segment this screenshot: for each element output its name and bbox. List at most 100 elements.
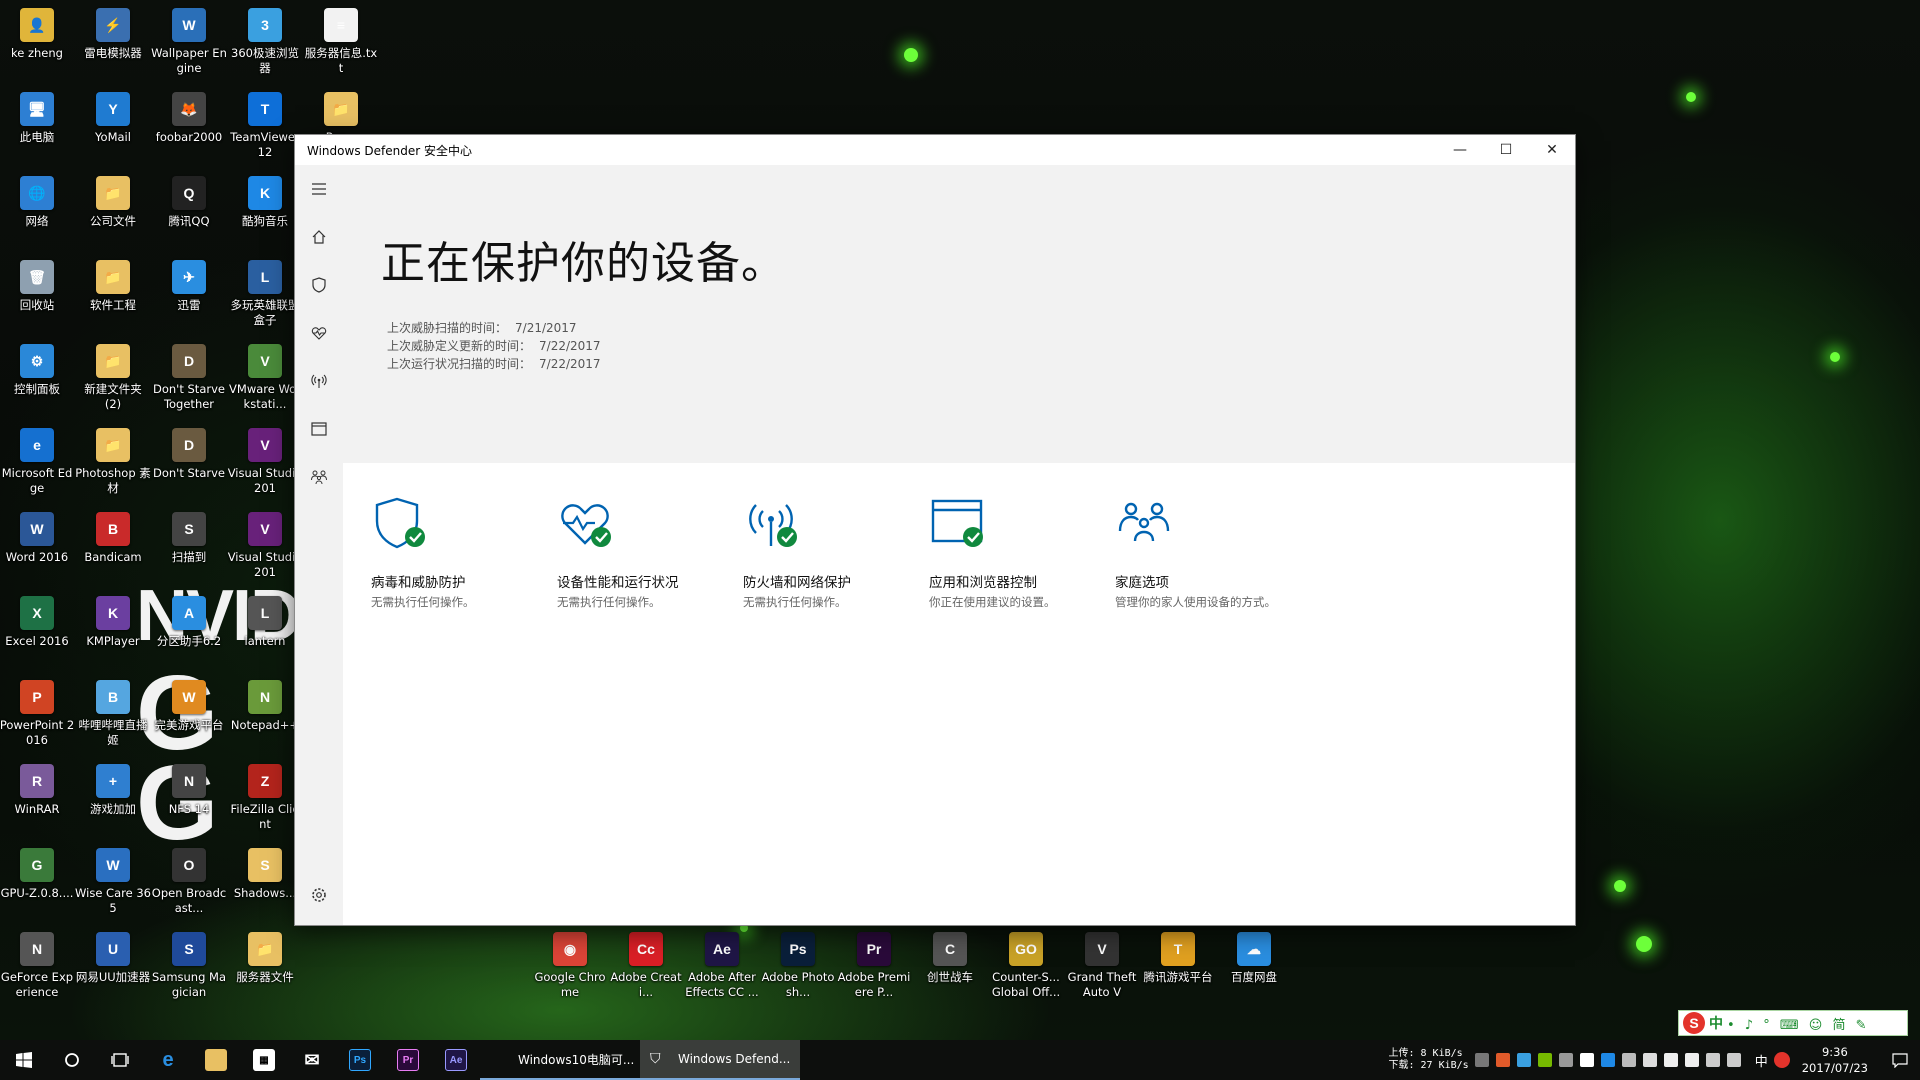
desktop-icon[interactable]: S Samsung Magician: [151, 932, 227, 1000]
nav-family[interactable]: [295, 453, 343, 501]
nav-app-browser[interactable]: [295, 405, 343, 453]
desktop-icon[interactable]: V Visual Studio 201: [227, 512, 303, 580]
card-firewall[interactable]: 防火墙和网络保护 无需执行任何操作。: [743, 495, 913, 610]
tray-app-icon[interactable]: [1600, 1053, 1615, 1067]
desktop-icon[interactable]: 📁 新建文件夹 (2): [75, 344, 151, 412]
desktop-icon[interactable]: N NFS 14: [151, 764, 227, 817]
desktop-icon[interactable]: S 扫描到: [151, 512, 227, 565]
desktop-icon[interactable]: Pr Adobe Premiere P...: [836, 932, 912, 1000]
tray-app-icon[interactable]: [1579, 1053, 1594, 1067]
maximize-button[interactable]: ☐: [1483, 135, 1529, 165]
desktop-icon[interactable]: 🗑 回收站: [0, 260, 75, 313]
desktop-icon[interactable]: Ae Adobe After Effects CC ...: [684, 932, 760, 1000]
desktop-icon[interactable]: 📁 公司文件: [75, 176, 151, 229]
desktop-icon[interactable]: W Word 2016: [0, 512, 75, 565]
desktop-icon[interactable]: 📁 软件工程: [75, 260, 151, 313]
desktop-icon[interactable]: 👤 ke zheng: [0, 8, 75, 61]
desktop-icon[interactable]: 🦊 foobar2000: [151, 92, 227, 145]
desktop-icon[interactable]: T TeamViewer 12: [227, 92, 303, 160]
wifi-icon[interactable]: [1663, 1053, 1678, 1067]
nav-firewall[interactable]: [295, 357, 343, 405]
keyboard-icon[interactable]: [1726, 1053, 1741, 1067]
desktop-icon[interactable]: D Don't Starve: [151, 428, 227, 481]
sogou-tray-icon[interactable]: [1773, 1052, 1790, 1068]
ime-mode[interactable]: 中: [1709, 1013, 1723, 1033]
desktop-icon[interactable]: V VMware Workstati...: [227, 344, 303, 412]
windows-defender-window[interactable]: Windows Defender 安全中心 — ☐ ✕ 正在保护你的设备。 上次…: [295, 135, 1575, 925]
tray-app-icon[interactable]: [1516, 1053, 1531, 1067]
card-virus-protection[interactable]: 病毒和威胁防护 无需执行任何操作。: [371, 495, 541, 610]
desktop-icon[interactable]: D Don't Starve Together: [151, 344, 227, 412]
desktop-icon[interactable]: ☁ 百度网盘: [1216, 932, 1292, 985]
task-view-button[interactable]: [96, 1040, 144, 1080]
taskbar-edge[interactable]: e: [144, 1040, 192, 1080]
desktop-icon[interactable]: O Open Broadcast...: [151, 848, 227, 916]
taskbar-clock[interactable]: 9:36 2017/07/23: [1802, 1044, 1868, 1076]
desktop-icon[interactable]: W 完美游戏平台: [151, 680, 227, 733]
desktop-icon[interactable]: Z FileZilla Client: [227, 764, 303, 832]
card-family-options[interactable]: 家庭选项 管理你的家人使用设备的方式。: [1115, 495, 1285, 610]
desktop-icon[interactable]: R WinRAR: [0, 764, 75, 817]
desktop-icon[interactable]: C 创世战车: [912, 932, 988, 985]
sogou-ime-bar[interactable]: S 中 • ♪ ° ⌨ ☺ 简 ✎: [1678, 1010, 1908, 1036]
desktop-icon[interactable]: W Wallpaper Engine: [151, 8, 227, 76]
desktop-icon[interactable]: ◉ Google Chrome: [532, 932, 608, 1000]
desktop-icon[interactable]: L 多玩英雄联盟盒子: [227, 260, 303, 328]
close-button[interactable]: ✕: [1529, 135, 1575, 165]
desktop-icon[interactable]: 3 360极速浏览器: [227, 8, 303, 76]
desktop-icon[interactable]: W Wise Care 365: [75, 848, 151, 916]
taskbar-after-effects[interactable]: Ae: [432, 1040, 480, 1080]
desktop-icon[interactable]: V Grand Theft Auto V: [1064, 932, 1140, 1000]
card-device-health[interactable]: 设备性能和运行状况 无需执行任何操作。: [557, 495, 727, 610]
desktop-icon[interactable]: K 酷狗音乐: [227, 176, 303, 229]
action-center-button[interactable]: [1880, 1040, 1920, 1080]
desktop-icon[interactable]: A 分区助手6.2: [151, 596, 227, 649]
tray-app-icon[interactable]: [1558, 1053, 1573, 1067]
desktop-icon[interactable]: B Bandicam: [75, 512, 151, 565]
hamburger-menu-button[interactable]: [295, 165, 343, 213]
task-chrome-window[interactable]: Windows10电脑可...: [480, 1040, 640, 1080]
nav-home[interactable]: [295, 213, 343, 261]
desktop-icon[interactable]: S Shadows...: [227, 848, 303, 901]
task-defender-window[interactable]: ⛉ Windows Defend...: [640, 1040, 800, 1080]
desktop-icon[interactable]: U 网易UU加速器: [75, 932, 151, 985]
tray-app-icon[interactable]: [1621, 1053, 1636, 1067]
input-language[interactable]: 中: [1755, 1051, 1768, 1070]
taskbar-mail[interactable]: ✉: [288, 1040, 336, 1080]
taskbar-photoshop[interactable]: Ps: [336, 1040, 384, 1080]
taskbar-store[interactable]: ▦: [240, 1040, 288, 1080]
minimize-button[interactable]: —: [1437, 135, 1483, 165]
pen-icon[interactable]: [1705, 1053, 1720, 1067]
nav-settings[interactable]: [295, 871, 343, 919]
desktop-icon[interactable]: K KMPlayer: [75, 596, 151, 649]
desktop-icon[interactable]: N Notepad++: [227, 680, 303, 733]
desktop-icon[interactable]: G GPU-Z.0.8....: [0, 848, 75, 901]
tray-app-icon[interactable]: [1537, 1053, 1552, 1067]
desktop-icon[interactable]: e Microsoft Edge: [0, 428, 75, 496]
desktop-icon[interactable]: ≡ 服务器信息.txt: [303, 8, 379, 76]
desktop-icon[interactable]: Ps Adobe Photosh...: [760, 932, 836, 1000]
tray-app-icon[interactable]: [1495, 1053, 1510, 1067]
desktop-icon[interactable]: ⚙ 控制面板: [0, 344, 75, 397]
start-button[interactable]: [0, 1040, 48, 1080]
card-app-browser-control[interactable]: 应用和浏览器控制 你正在使用建议的设置。: [929, 495, 1099, 610]
taskbar-premiere[interactable]: Pr: [384, 1040, 432, 1080]
desktop-icon[interactable]: 📁 Photoshop 素材: [75, 428, 151, 496]
desktop-icon[interactable]: 🌐 网络: [0, 176, 75, 229]
nav-virus-protection[interactable]: [295, 261, 343, 309]
desktop-icon[interactable]: GO Counter-S... Global Off...: [988, 932, 1064, 1000]
window-titlebar[interactable]: Windows Defender 安全中心 — ☐ ✕: [295, 135, 1575, 165]
cortana-button[interactable]: [48, 1040, 96, 1080]
tray-app-icon[interactable]: [1642, 1053, 1657, 1067]
desktop-icon[interactable]: Cc Adobe Creati...: [608, 932, 684, 1000]
desktop-icon[interactable]: Q 腾讯QQ: [151, 176, 227, 229]
nav-device-health[interactable]: [295, 309, 343, 357]
desktop-icon[interactable]: 📁 服务器文件: [227, 932, 303, 985]
desktop-icon[interactable]: Llantern: [227, 596, 303, 649]
tray-app-icon[interactable]: [1474, 1053, 1489, 1067]
desktop-icon[interactable]: N GeForce Experience: [0, 932, 75, 1000]
taskbar-explorer[interactable]: [192, 1040, 240, 1080]
desktop-icon[interactable]: ⚡ 雷电模拟器: [75, 8, 151, 61]
desktop-icon[interactable]: + 游戏加加: [75, 764, 151, 817]
desktop-icon[interactable]: B 哔哩哔哩直播姬: [75, 680, 151, 748]
